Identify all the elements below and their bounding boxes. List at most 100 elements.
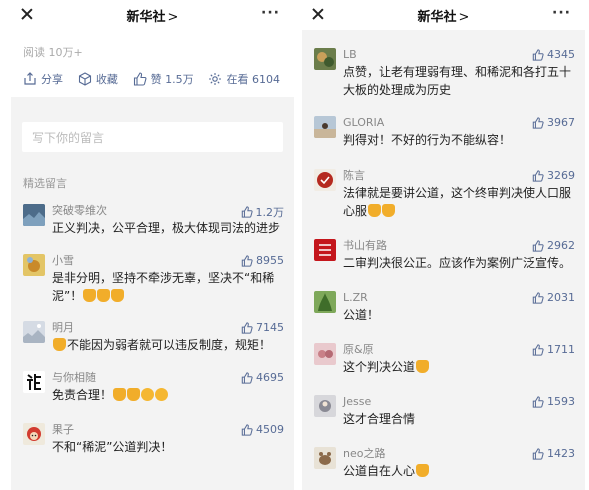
- avatar[interactable]: [314, 447, 336, 469]
- thumbs-up-emoji-icon: [97, 289, 111, 302]
- read-count: 阅读 10万+: [23, 46, 83, 59]
- like-label: 赞 1.5万: [150, 73, 194, 86]
- avatar[interactable]: [314, 395, 336, 417]
- comment-like-button[interactable]: 4345: [532, 48, 575, 61]
- top-bar: 新华社 > ···: [11, 0, 294, 30]
- avatar[interactable]: [314, 291, 336, 313]
- action-bar: 分享 收藏 赞 1.5万 在看 6104: [23, 71, 282, 87]
- comment-text: 这才合理合情: [343, 412, 416, 426]
- avatar[interactable]: [23, 371, 45, 393]
- avatar[interactable]: [314, 169, 336, 191]
- comment-like-button[interactable]: 7145: [241, 321, 284, 334]
- chevron-right-icon: >: [167, 10, 179, 25]
- share-label: 分享: [41, 73, 63, 86]
- comment-text: 这个判决公道: [343, 358, 575, 376]
- thumbs-up-icon: [133, 72, 147, 86]
- thumbs-up-icon: [241, 371, 253, 384]
- like-count: 2962: [547, 239, 575, 252]
- avatar[interactable]: [23, 254, 45, 276]
- like-count: 4509: [256, 423, 284, 436]
- clapping-emoji-icon: [141, 388, 155, 401]
- thumbs-up-icon: [241, 423, 253, 436]
- avatar[interactable]: [314, 48, 336, 70]
- thumbs-up-icon: [532, 343, 544, 356]
- thumbs-up-icon: [532, 239, 544, 252]
- avatar[interactable]: [314, 239, 336, 261]
- gear-icon: [209, 73, 222, 85]
- comment-text: 免责合理！: [52, 386, 284, 404]
- like-button[interactable]: 赞 1.5万: [133, 71, 194, 87]
- comment-text: 不和“稀泥”公道判决！: [52, 440, 173, 454]
- comment-text: 法律就是要讲公道，这个终审判决使人口服心服: [343, 186, 572, 218]
- thumbs-up-icon: [532, 395, 544, 408]
- avatar[interactable]: [314, 343, 336, 365]
- thumbs-up-icon: [532, 116, 544, 129]
- like-count: 2031: [547, 291, 575, 304]
- comment-like-button[interactable]: 4695: [241, 371, 284, 384]
- avatar[interactable]: [23, 321, 45, 343]
- comment-item: 果子 不和“稀泥”公道判决！ 4509: [11, 423, 294, 456]
- thumbs-up-emoji-icon: [111, 289, 125, 302]
- more-icon[interactable]: ···: [552, 6, 571, 20]
- thumbs-up-emoji-icon: [127, 388, 141, 401]
- thumbs-up-emoji-icon: [416, 464, 430, 477]
- comment-like-button[interactable]: 3269: [532, 169, 575, 182]
- thumbs-up-icon: [241, 254, 253, 267]
- comment-like-button[interactable]: 1.2万: [241, 204, 284, 220]
- comment-item: Jesse 这才合理合情 1593: [302, 395, 585, 428]
- left-panel: 新华社 > ··· 阅读 10万+ 分享 收藏 赞 1.5万 在看 6104 写…: [11, 0, 294, 490]
- comment-like-button[interactable]: 1423: [532, 447, 575, 460]
- thumbs-up-icon: [532, 447, 544, 460]
- like-count: 3269: [547, 169, 575, 182]
- thumbs-up-emoji-icon: [113, 388, 127, 401]
- thumbs-up-icon: [241, 321, 253, 334]
- comments-area: 写下你的留言 精选留言 突破零维次 正义判决，公平合理，极大体现司法的进步 1.…: [11, 97, 294, 490]
- like-count: 1711: [547, 343, 575, 356]
- more-icon[interactable]: ···: [261, 6, 280, 20]
- comment-item: 书山有路 二审判决很公正。应该作为案例广泛宣传。 2962: [302, 239, 585, 272]
- comment-like-button[interactable]: 3967: [532, 116, 575, 129]
- comment-text: 公道自在人心: [343, 462, 575, 480]
- comment-like-button[interactable]: 8955: [241, 254, 284, 267]
- wow-button[interactable]: 在看 6104: [208, 71, 280, 87]
- clapping-emoji-icon: [155, 388, 169, 401]
- thumbs-up-emoji-icon: [83, 289, 97, 302]
- thumbs-up-icon: [241, 206, 253, 218]
- collect-label: 收藏: [95, 73, 118, 86]
- avatar[interactable]: [23, 204, 45, 226]
- comment-item: 明月 不能因为弱者就可以违反制度，规矩！ 7145: [11, 321, 294, 354]
- comment-item: 陈言 法律就是要讲公道，这个终审判决使人口服心服 3269: [302, 169, 585, 220]
- page-title[interactable]: 新华社 >: [11, 6, 294, 25]
- comment-item: LB 点赞，让老有理弱有理、和稀泥和各打五十大板的处理成为历史 4345: [302, 48, 585, 99]
- comment-input[interactable]: 写下你的留言: [22, 122, 283, 152]
- share-button[interactable]: 分享: [23, 71, 63, 87]
- comment-like-button[interactable]: 4509: [241, 423, 284, 436]
- comment-like-button[interactable]: 1593: [532, 395, 575, 408]
- collect-button[interactable]: 收藏: [78, 71, 118, 87]
- like-count: 8955: [256, 254, 284, 267]
- top-bar: 新华社 > ···: [302, 0, 585, 30]
- avatar[interactable]: [23, 423, 45, 445]
- avatar[interactable]: [314, 116, 336, 138]
- comment-like-button[interactable]: 2962: [532, 239, 575, 252]
- thumbs-up-emoji-icon: [382, 204, 396, 217]
- thumbs-up-icon: [532, 48, 544, 61]
- comment-item: 小雪 是非分明，坚持不牵涉无辜，坚决不“和稀泥”！ 8955: [11, 254, 294, 305]
- wow-label: 在看 6104: [226, 73, 280, 86]
- section-label: 精选留言: [23, 177, 67, 190]
- thumbs-up-emoji-icon: [416, 360, 430, 373]
- chevron-right-icon: >: [458, 10, 470, 25]
- comments-area: LB 点赞，让老有理弱有理、和稀泥和各打五十大板的处理成为历史 4345 GLO…: [302, 30, 585, 490]
- article-info: 阅读 10万+ 分享 收藏 赞 1.5万 在看 6104: [11, 30, 294, 97]
- like-count: 3967: [547, 116, 575, 129]
- comment-item: 与你相随 免责合理！ 4695: [11, 371, 294, 404]
- comment-text: 不能因为弱者就可以违反制度，规矩！: [52, 336, 284, 354]
- comment-like-button[interactable]: 1711: [532, 343, 575, 356]
- comment-text: 点赞，让老有理弱有理、和稀泥和各打五十大板的处理成为历史: [343, 65, 572, 97]
- comment-text: 是非分明，坚持不牵涉无辜，坚决不“和稀泥”！: [52, 271, 275, 303]
- comment-like-button[interactable]: 2031: [532, 291, 575, 304]
- page-title[interactable]: 新华社 >: [302, 6, 585, 25]
- share-icon: [24, 72, 36, 85]
- comment-item: GLORIA 判得对！不好的行为不能纵容！ 3967: [302, 116, 585, 149]
- like-count: 1593: [547, 395, 575, 408]
